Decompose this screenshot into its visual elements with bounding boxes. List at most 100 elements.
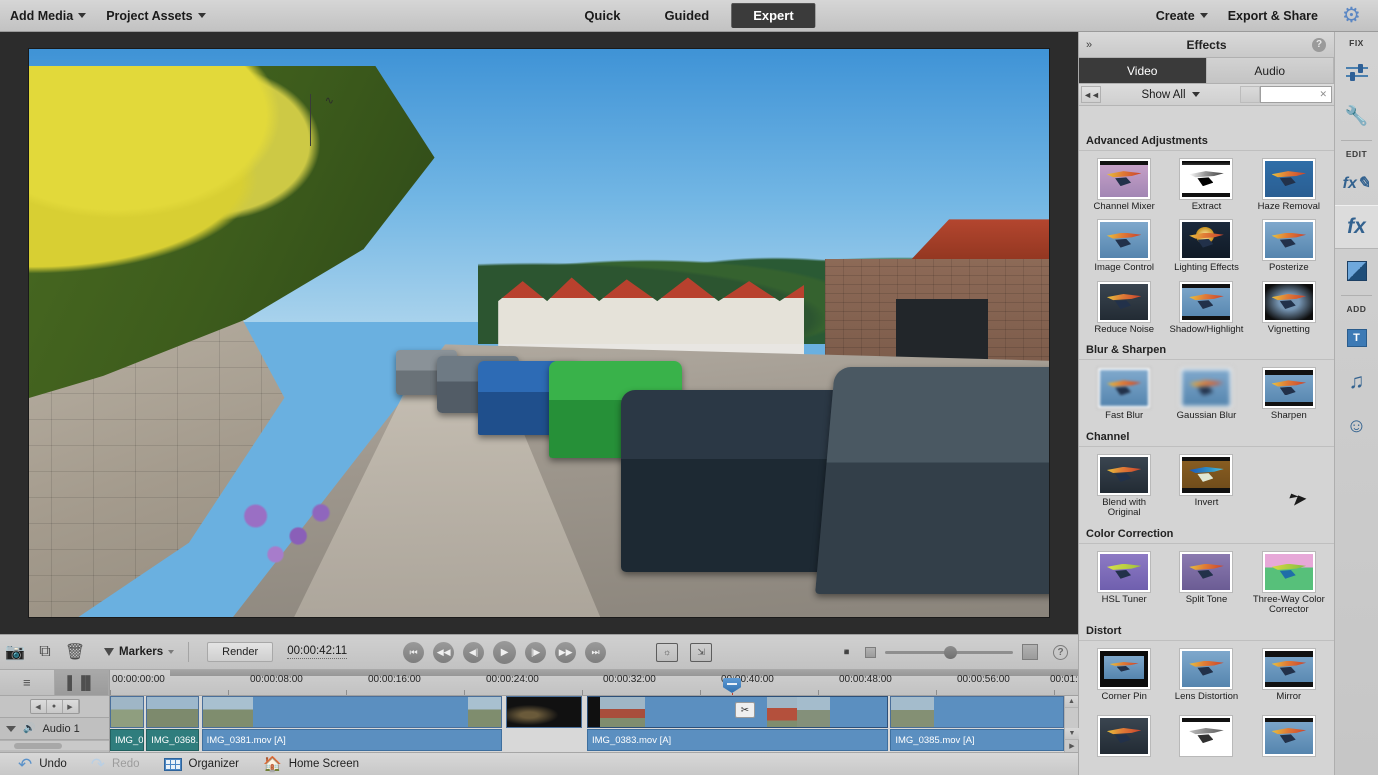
effect-item[interactable]: Channel Mixer — [1083, 157, 1165, 216]
menu-create[interactable]: Create — [1146, 0, 1218, 32]
go-to-end-icon[interactable]: ⏭ — [585, 641, 607, 663]
nav-next-icon[interactable]: ▶ — [62, 700, 79, 713]
effect-item[interactable]: Reduce Noise — [1083, 280, 1165, 339]
timeline-audio-clip[interactable]: IMG_0381.mov [A] — [201, 729, 503, 751]
menu-export-share[interactable]: Export & Share — [1218, 0, 1328, 32]
fx-pencil-icon[interactable]: fx✎ — [1335, 161, 1378, 205]
tab-audio-effects[interactable]: Audio — [1206, 58, 1334, 83]
effect-item[interactable]: Mirror — [1248, 647, 1330, 706]
effect-item[interactable]: Vignetting — [1248, 280, 1330, 339]
effect-item[interactable]: Sharpen — [1248, 366, 1330, 425]
gear-icon[interactable] — [1342, 5, 1364, 27]
video-track-view-icon[interactable]: ≡ — [0, 670, 55, 695]
effect-item[interactable]: Split Tone — [1165, 550, 1247, 620]
effect-item[interactable]: Gaussian Blur — [1165, 366, 1247, 425]
menu-add-media[interactable]: Add Media — [0, 0, 96, 32]
effects-category-dropdown[interactable]: Show All — [1101, 89, 1240, 101]
tab-guided[interactable]: Guided — [642, 3, 731, 28]
effect-item[interactable] — [1165, 714, 1247, 760]
effects-scroll-body[interactable]: Advanced Adjustments Channel Mixer Extra… — [1079, 132, 1334, 775]
split-clip-icon[interactable]: ⧉ — [30, 634, 60, 670]
effect-item[interactable] — [1083, 714, 1165, 760]
delete-trash-icon[interactable]: 🗑 — [60, 634, 90, 670]
preview-fullscreen-monitor-icon[interactable]: ⇲ — [690, 642, 713, 662]
video-preview-frame[interactable]: ∿ — [28, 48, 1050, 618]
home-screen-button[interactable]: 🏠 Home Screen — [253, 755, 369, 773]
tab-expert[interactable]: Expert — [731, 3, 816, 28]
timeline-tracks-area[interactable]: IMG_03 IMG_0368. IMG_0381.mov [A] IMG_03… — [110, 696, 1064, 752]
effect-item[interactable]: Invert — [1165, 453, 1247, 523]
help-icon[interactable]: ? — [1053, 644, 1068, 660]
graphics-smiley-icon[interactable]: ☺ — [1335, 404, 1378, 448]
menu-project-assets[interactable]: Project Assets — [96, 0, 215, 32]
current-timecode[interactable]: 00:00:42:11 — [287, 645, 348, 659]
step-back-frame-icon[interactable]: ◀| — [463, 641, 485, 663]
effect-item[interactable]: Extract — [1165, 157, 1247, 216]
step-forward-frame-icon[interactable]: |▶ — [525, 641, 547, 663]
effect-item[interactable]: Haze Removal — [1248, 157, 1330, 216]
zoom-fit-icon[interactable]: ◾ — [838, 645, 856, 660]
timeline-audio-clip[interactable]: IMG_0368. — [146, 729, 199, 751]
title-text-icon[interactable]: T — [1335, 316, 1378, 360]
redo-button[interactable]: ↷ Redo — [81, 756, 150, 773]
play-icon[interactable]: ▶ — [493, 640, 517, 664]
effect-item[interactable]: Lighting Effects — [1165, 218, 1247, 277]
effect-item[interactable]: Corner Pin — [1083, 647, 1165, 706]
audio-waveform-view-icon[interactable]: ▌▐▌ — [54, 670, 109, 695]
scroll-up-icon[interactable]: ▲ — [1065, 696, 1078, 708]
fx-effects-icon[interactable]: fx — [1335, 205, 1378, 249]
scroll-resize-grip[interactable]: ▶ — [1065, 740, 1079, 752]
transitions-gradient-icon[interactable] — [1335, 249, 1378, 293]
timeline-horizontal-scrollbar[interactable] — [0, 740, 109, 750]
nav-marker-icon[interactable]: ● — [46, 700, 63, 713]
organizer-button[interactable]: Organizer — [154, 757, 250, 771]
adjustments-sliders-icon[interactable] — [1335, 50, 1378, 94]
effect-item[interactable] — [1248, 714, 1330, 760]
audio-track-header[interactable]: 🔊 Audio 1 — [0, 718, 109, 740]
render-button[interactable]: Render — [207, 642, 274, 662]
scroll-down-icon[interactable]: ▼ — [1065, 728, 1079, 740]
markers-menu[interactable]: Markers — [104, 646, 175, 658]
next-category-icon[interactable] — [1240, 86, 1260, 103]
timeline-audio-clip[interactable]: IMG_03 — [110, 729, 145, 751]
razor-scissors-icon[interactable]: ✂ — [735, 702, 755, 718]
preview-monitor-panel[interactable]: ∿ — [0, 32, 1078, 634]
nav-prev-icon[interactable]: ◀ — [30, 700, 47, 713]
timeline-ruler[interactable]: 00:00:00:00 00:00:08:00 00:00:16:00 00:0… — [110, 670, 1078, 696]
effect-item[interactable]: Fast Blur — [1083, 366, 1165, 425]
effects-search-input[interactable]: ✕ — [1260, 86, 1332, 103]
zoom-slider[interactable] — [885, 645, 1013, 659]
freeze-frame-camera-icon[interactable]: 📷 — [0, 634, 30, 670]
music-note-icon[interactable]: ♫ — [1335, 360, 1378, 404]
speaker-mute-icon[interactable]: 🔊 — [23, 723, 35, 734]
effect-item[interactable]: Image Control — [1083, 218, 1165, 277]
timeline-audio-clip[interactable]: IMG_0383.mov [A] — [587, 729, 888, 751]
tab-quick[interactable]: Quick — [562, 3, 642, 28]
timeline-video-clip[interactable] — [146, 696, 199, 728]
effect-item[interactable]: Shadow/Highlight — [1165, 280, 1247, 339]
effect-item[interactable]: Posterize — [1248, 218, 1330, 277]
timeline-video-clip[interactable] — [110, 696, 145, 728]
help-icon[interactable]: ? — [1312, 37, 1326, 52]
step-back-fast-icon[interactable]: ◀◀ — [433, 641, 455, 663]
scene-settings-monitor-icon[interactable]: ☼ — [656, 642, 679, 662]
clear-search-icon[interactable]: ✕ — [1319, 89, 1327, 100]
previous-category-icon[interactable]: ◄◄ — [1081, 86, 1101, 103]
effect-item[interactable]: HSL Tuner — [1083, 550, 1165, 620]
step-forward-fast-icon[interactable]: ▶▶ — [555, 641, 577, 663]
collapse-triangle-icon[interactable] — [6, 725, 16, 732]
timeline-video-clip[interactable] — [505, 696, 583, 728]
effect-item[interactable]: Lens Distortion — [1165, 647, 1247, 706]
undo-button[interactable]: ↶ Undo — [8, 756, 77, 773]
timeline-video-clip[interactable] — [890, 696, 1064, 728]
timeline-video-clip[interactable] — [201, 696, 503, 728]
zoom-out-icon[interactable] — [865, 646, 876, 658]
effect-item[interactable]: Three-Way Color Corrector — [1248, 550, 1330, 620]
tab-video-effects[interactable]: Video — [1079, 58, 1207, 83]
zoom-in-icon[interactable] — [1022, 644, 1038, 660]
timeline-vertical-scrollbar[interactable]: ▲ ▼ ▶ — [1064, 696, 1079, 752]
playhead-handle[interactable] — [723, 678, 741, 693]
scrollbar-thumb[interactable] — [14, 743, 62, 749]
timeline-audio-clip[interactable]: IMG_0385.mov [A] — [890, 729, 1064, 751]
tools-wrench-screwdriver-icon[interactable]: 🔧 — [1335, 94, 1378, 138]
